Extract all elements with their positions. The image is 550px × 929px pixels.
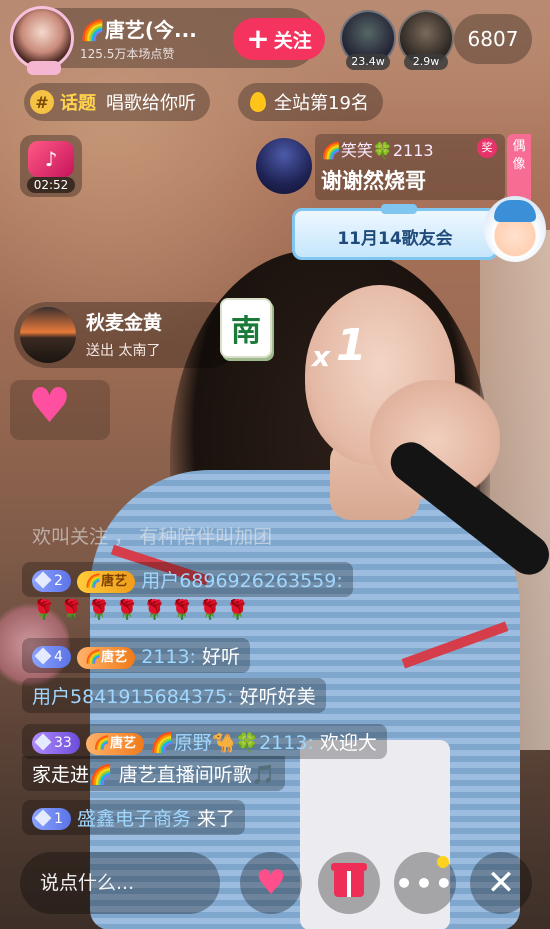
chat-faded-text: 欢叫关注 ， 有种陪伴叫加团 <box>32 526 273 548</box>
flame-icon <box>250 92 266 112</box>
topic-label: 话题 <box>60 93 96 114</box>
chat-message: 好听 <box>202 646 241 668</box>
notification-dot <box>437 856 449 868</box>
chat-message: 家走进🌈 唐艺直播间听歌🎵 <box>32 764 276 786</box>
chat-row[interactable]: 1 盛鑫电子商务 来了 <box>22 800 246 835</box>
combo-x: x <box>312 340 331 373</box>
chat-row-continued: 🌹🌹🌹🌹🌹🌹🌹🌹 <box>22 594 263 625</box>
hashtag-icon: # <box>30 90 54 114</box>
follow-button[interactable]: + 关注 <box>233 18 325 60</box>
fan-badge: 🌈唐艺 <box>76 571 136 593</box>
event-thumbnail[interactable] <box>256 138 312 194</box>
chat-row[interactable]: 4 🌈唐艺 2113: 好听 <box>22 638 251 673</box>
gift-button[interactable] <box>318 852 380 914</box>
comment-input[interactable]: 说点什么... <box>20 852 220 914</box>
gift-icon <box>331 863 367 897</box>
chat-username[interactable]: 用户5841915684375: <box>32 686 234 708</box>
music-disc-icon: ♪ <box>28 141 74 177</box>
chat-row[interactable]: 用户5841915684375: 好听好美 <box>22 678 326 713</box>
chat-username[interactable]: 2113: <box>141 646 196 668</box>
viewer-badge: 2.9w <box>404 54 448 70</box>
chat-faded-row: 欢叫关注 ， 有种陪伴叫加团 <box>22 518 282 553</box>
rank-text: 全站第19名 <box>274 93 369 114</box>
anchor-likes: 125.5万本场点赞 <box>80 47 175 61</box>
doctor-mascot-icon[interactable] <box>484 196 546 262</box>
event-banner-text: 11月14歌友会 <box>337 228 453 249</box>
level-badge: 2 <box>32 570 71 592</box>
music-time: 02:52 <box>27 177 75 193</box>
combo-number: 1 <box>336 320 367 371</box>
close-button[interactable]: ✕ <box>470 852 532 914</box>
thanks-box[interactable]: 🌈笑笑🍀2113 奖 谢谢然烧哥 <box>315 134 505 200</box>
gift-notice: 秋麦金黄 送出 太南了 <box>14 302 242 368</box>
chat-row[interactable]: 33 🌈唐艺 🌈原野🐪🍀2113: 欢迎大 <box>22 724 387 759</box>
gift-sender-avatar <box>20 307 76 363</box>
chat-message: 好听好美 <box>239 686 316 708</box>
thanks-name: 🌈笑笑🍀2113 <box>321 141 434 160</box>
heart-icon: ♥ <box>28 378 72 434</box>
thanks-text: 谢谢然烧哥 <box>321 169 426 193</box>
fan-badge: 🌈唐艺 <box>85 733 145 755</box>
music-tile[interactable]: ♪ 02:52 <box>20 135 82 197</box>
chat-message: 来了 <box>197 808 236 830</box>
fan-badge: 🌈唐艺 <box>76 647 136 669</box>
follow-label: 关注 <box>273 29 312 52</box>
anchor-card[interactable]: 🌈唐艺(今... 125.5万本场点赞 + 关注 <box>10 6 325 75</box>
close-icon: ✕ <box>486 863 516 903</box>
topic-pill[interactable]: # 话题 唱歌给你听 <box>24 83 210 121</box>
rank-pill[interactable]: 全站第19名 <box>238 83 383 121</box>
mahjong-tile-icon: 南 <box>220 298 272 358</box>
chat-message: 欢迎大 <box>319 732 377 754</box>
chat-username[interactable]: 🌈原野🐪🍀2113: <box>150 732 314 754</box>
idol-tab[interactable]: 偶像 <box>507 134 531 200</box>
heart-gift-tile[interactable]: ♥ <box>10 380 110 440</box>
level-badge: 4 <box>32 646 71 668</box>
chat-username[interactable]: 用户6896926263559: <box>141 570 343 592</box>
topic-text: 唱歌给你听 <box>106 93 196 114</box>
top-viewer-1[interactable]: 23.4w <box>340 10 400 70</box>
award-badge: 奖 <box>477 138 497 158</box>
chat-row-continued: 家走进🌈 唐艺直播间听歌🎵 <box>22 756 286 791</box>
top-viewer-2[interactable]: 2.9w <box>398 10 458 70</box>
more-icon: ••• <box>395 866 455 900</box>
event-banner[interactable]: 11月14歌友会 <box>292 204 498 260</box>
level-badge: 33 <box>32 732 80 754</box>
anchor-name: 🌈唐艺(今... <box>80 18 197 42</box>
heart-icon: ♥ <box>255 863 287 903</box>
viewer-badge: 23.4w <box>346 54 390 70</box>
gift-sender: 秋麦金黄 <box>86 312 163 334</box>
gift-action: 送出 太南了 <box>86 343 161 359</box>
like-button[interactable]: ♥ <box>240 852 302 914</box>
online-count[interactable]: 6807 <box>454 14 532 64</box>
chat-username[interactable]: 盛鑫电子商务 <box>77 808 191 830</box>
level-badge: 1 <box>32 808 71 830</box>
anchor-avatar[interactable] <box>10 6 74 75</box>
plus-icon: + <box>246 22 270 55</box>
rose-icons: 🌹🌹🌹🌹🌹🌹🌹🌹 <box>32 599 254 621</box>
chat-row[interactable]: 2 🌈唐艺 用户6896926263559: <box>22 562 353 597</box>
